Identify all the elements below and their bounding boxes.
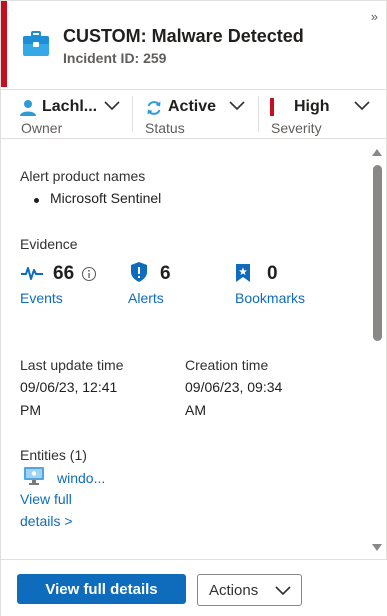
refresh-icon (147, 101, 161, 115)
creation-time-label: Creation time (185, 357, 269, 373)
last-update-label: Last update time (20, 357, 124, 373)
scroll-up-arrow-icon[interactable] (372, 149, 382, 156)
alert-product-item: Microsoft Sentinel (50, 190, 162, 206)
view-full-details-button[interactable]: View full details (17, 574, 186, 604)
creation-time-value-line2: AM (185, 402, 206, 418)
vertical-scrollbar[interactable] (371, 147, 383, 551)
chevron-down-icon (275, 586, 291, 596)
person-icon (20, 100, 36, 116)
last-update-value-line1: 09/06/23, 12:41 (20, 379, 118, 395)
incident-title: CUSTOM: Malware Detected (63, 26, 304, 46)
chevron-down-icon (229, 101, 245, 111)
incident-id: Incident ID: 259 (63, 50, 167, 66)
severity-value: High (294, 98, 330, 115)
chevron-down-icon (104, 101, 120, 111)
computer-icon (24, 467, 44, 485)
alerts-count: 6 (160, 263, 171, 284)
entities-label: Entities (1) (20, 447, 87, 463)
view-full-details-link[interactable]: View full (20, 491, 72, 507)
severity-accent-bar (1, 1, 7, 87)
divider (132, 96, 133, 132)
scrollbar-thumb[interactable] (373, 165, 382, 341)
evidence-label: Evidence (20, 236, 78, 252)
last-update-value-line2: PM (20, 402, 41, 418)
scroll-down-arrow-icon[interactable] (372, 544, 382, 551)
status-dropdown[interactable]: Active Status (145, 96, 249, 136)
shield-icon (131, 262, 147, 282)
entity-link[interactable]: windo... (57, 470, 105, 486)
owner-value: Lachl... (42, 98, 98, 115)
details-scroll-area: Alert product names Microsoft Sentinel E… (1, 141, 371, 559)
incident-panel: » CUSTOM: Malware Detected Incident ID: … (0, 0, 387, 616)
status-value: Active (168, 98, 217, 115)
actions-dropdown-button[interactable]: Actions (197, 574, 302, 606)
owner-dropdown[interactable]: Lachl... Owner (19, 96, 125, 136)
chevron-down-icon (354, 101, 370, 111)
severity-label: Severity (271, 120, 322, 136)
alert-products-label: Alert product names (20, 168, 146, 184)
pulse-icon (21, 267, 43, 280)
events-link[interactable]: Events (20, 290, 63, 306)
severity-indicator (270, 98, 274, 116)
info-icon[interactable] (81, 266, 97, 282)
bookmarks-link[interactable]: Bookmarks (235, 290, 305, 306)
bookmarks-count: 0 (267, 263, 278, 284)
view-full-details-link-line2[interactable]: details > (20, 513, 73, 529)
list-bullet (34, 198, 39, 203)
divider (258, 96, 259, 132)
creation-time-value-line1: 09/06/23, 09:34 (185, 379, 283, 395)
incident-fields-bar: Lachl... Owner Active Status High Severi… (1, 89, 387, 139)
status-label: Status (145, 120, 185, 136)
panel-footer: View full details Actions (1, 559, 387, 616)
briefcase-icon (23, 31, 49, 56)
events-count: 66 (53, 263, 75, 284)
severity-dropdown[interactable]: High Severity (270, 96, 374, 136)
collapse-panel-icon[interactable]: » (371, 9, 378, 24)
bookmark-icon (236, 264, 250, 282)
actions-label: Actions (209, 581, 259, 599)
owner-label: Owner (21, 120, 63, 136)
alerts-link[interactable]: Alerts (128, 290, 164, 306)
